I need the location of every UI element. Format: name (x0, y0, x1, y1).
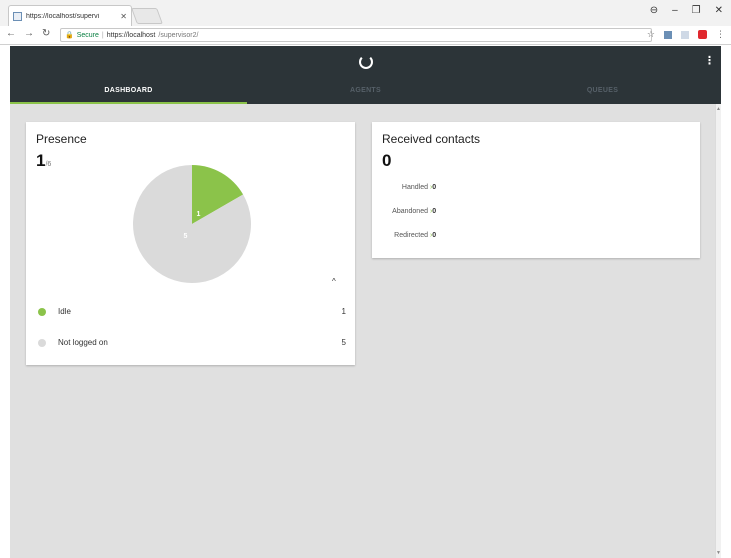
secure-label: Secure (76, 31, 99, 39)
forward-icon[interactable]: → (24, 28, 34, 39)
restore-icon[interactable]: ❐ (692, 5, 701, 16)
stat-abandoned: Abandoned ›0 (372, 208, 522, 215)
reload-icon[interactable]: ↻ (42, 28, 50, 39)
stat-value: 0 (432, 184, 437, 191)
stat-label: Abandoned (392, 208, 428, 215)
close-window-icon[interactable]: ✕ (715, 5, 723, 16)
browser-tab[interactable]: https://localhost/supervi ✕ (8, 5, 132, 26)
presence-card: Presence 1/6 15 ^ Idle 1 Not logged on 5 (26, 122, 355, 365)
url-path: /supervisor2/ (158, 31, 199, 39)
browser-toolbar: ← → ↻ 🔒 Secure | https://localhost/super… (0, 26, 731, 45)
url-host: https://localhost (106, 31, 156, 39)
scroll-up-icon[interactable]: ▲ (716, 106, 721, 112)
app-logo-icon (358, 55, 373, 69)
stat-value: 0 (432, 232, 437, 239)
profile-icon[interactable]: ⊖ (650, 5, 658, 16)
stat-value: 0 (432, 208, 437, 215)
pie-data-label: 1 (197, 211, 201, 218)
extension-icon[interactable] (698, 30, 707, 39)
tab-agents[interactable]: AGENTS (247, 80, 484, 104)
legend-label: Idle (58, 307, 71, 316)
extension-icon[interactable] (664, 30, 672, 39)
stat-redirected: Redirected ›0 (372, 232, 522, 239)
tab-queues[interactable]: QUEUES (484, 80, 721, 104)
page-favicon-icon (13, 11, 22, 21)
page-scrollbar[interactable]: ▲ ▼ (715, 104, 721, 558)
presence-title: Presence (36, 132, 87, 146)
legend-label: Not logged on (58, 338, 108, 347)
scroll-down-icon[interactable]: ▼ (716, 550, 721, 556)
app-header: ⋮ DASHBOARD AGENTS QUEUES (10, 46, 721, 104)
close-tab-icon[interactable]: ✕ (120, 12, 127, 21)
tab-dashboard[interactable]: DASHBOARD (10, 80, 247, 104)
browser-tab-title: https://localhost/supervi (26, 12, 100, 20)
stat-handled: Handled ›0 (372, 184, 522, 191)
bookmark-star-icon[interactable]: ☆ (647, 29, 655, 40)
legend-value: 1 (341, 307, 346, 316)
presence-pie-chart: 15 (133, 165, 251, 283)
main-tabs: DASHBOARD AGENTS QUEUES (10, 80, 721, 104)
back-icon[interactable]: ← (6, 28, 16, 39)
stat-label: Handled (401, 184, 428, 191)
extension-icon[interactable] (681, 30, 689, 39)
not-logged-on-status-dot-icon (38, 338, 46, 347)
browser-nav: ← → ↻ (6, 28, 50, 39)
address-bar[interactable]: 🔒 Secure | https://localhost/supervisor2… (60, 28, 652, 42)
collapse-chevron-icon[interactable]: ^ (332, 277, 336, 286)
received-count: 0 (382, 151, 392, 170)
pie-data-label: 5 (184, 233, 188, 240)
legend-value: 5 (341, 338, 346, 347)
idle-status-dot-icon (38, 307, 46, 316)
url-separator: | (101, 31, 104, 39)
legend-item-not-logged-on: Not logged on 5 (38, 338, 346, 347)
browser-tab-strip: https://localhost/supervi ✕ ⊖ – ❐ ✕ (0, 0, 731, 26)
new-tab-button[interactable] (131, 8, 163, 24)
browser-menu-icon[interactable]: ⋮ (716, 29, 725, 40)
stat-label: Redirected (394, 232, 428, 239)
legend-item-idle: Idle 1 (38, 307, 346, 316)
received-contacts-card: Received contacts 0 Handled ›0 Abandoned… (372, 122, 700, 258)
lock-icon: 🔒 (65, 32, 74, 39)
extensions-area: ☆ ⋮ (647, 29, 725, 40)
window-controls: ⊖ – ❐ ✕ (650, 5, 723, 16)
presence-count: 1/6 (36, 151, 51, 171)
more-menu-icon[interactable]: ⋮ (704, 54, 715, 67)
dashboard-content: Presence 1/6 15 ^ Idle 1 Not logged on 5… (10, 104, 715, 558)
minimize-icon[interactable]: – (672, 5, 678, 16)
received-title: Received contacts (382, 132, 481, 146)
presence-total: /6 (45, 161, 52, 168)
